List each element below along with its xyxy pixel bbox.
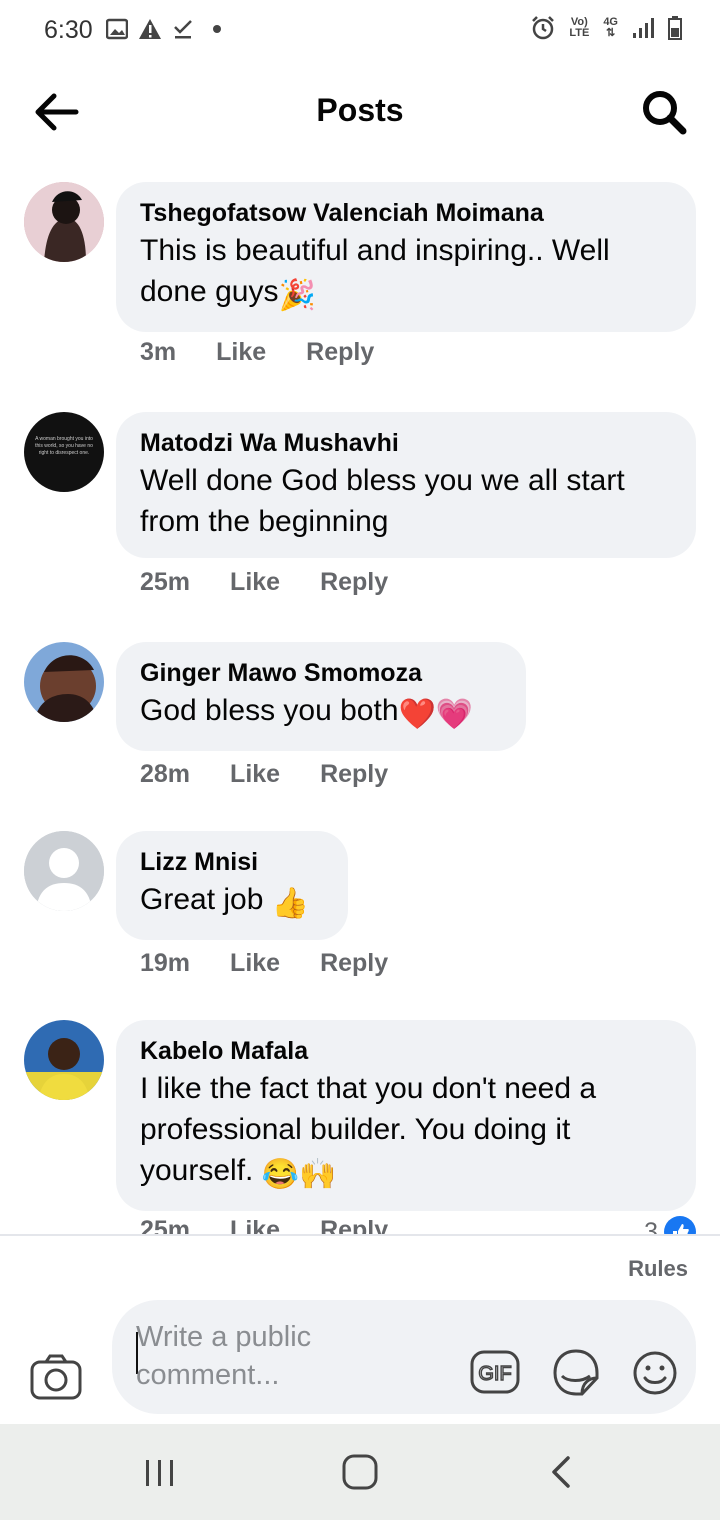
network-indicator: 4G ⇅ bbox=[603, 17, 618, 39]
comment-text: Well done God bless you we all start fro… bbox=[140, 464, 625, 538]
avatar[interactable] bbox=[24, 831, 104, 911]
laughing-icon: 😂🙌 bbox=[261, 1158, 337, 1191]
gif-icon[interactable]: GIF bbox=[470, 1350, 520, 1394]
comment-actions: 19m Like Reply bbox=[140, 949, 388, 978]
like-button[interactable]: Like bbox=[230, 949, 280, 978]
comment-text: This is beautiful and inspiring.. Well d… bbox=[140, 230, 672, 316]
party-popper-icon: 🎉 bbox=[278, 279, 316, 312]
comment-bubble[interactable]: Ginger Mawo Smomoza God bless you both❤️… bbox=[116, 642, 526, 751]
image-icon bbox=[106, 18, 128, 40]
home-icon[interactable] bbox=[340, 1454, 380, 1490]
signal-icon bbox=[633, 18, 654, 38]
comment-bubble[interactable]: Tshegofatsow Valenciah Moimana This is b… bbox=[116, 182, 696, 332]
alarm-icon bbox=[532, 16, 555, 40]
comment-time: 28m bbox=[140, 760, 191, 788]
comment-time: 3m bbox=[140, 338, 177, 366]
emoji-icon[interactable] bbox=[632, 1350, 678, 1396]
data-arrows-icon: ⇅ bbox=[606, 27, 616, 39]
dot-icon bbox=[213, 25, 221, 33]
status-time: 6:30 bbox=[44, 16, 93, 44]
app-header: Posts bbox=[0, 70, 720, 154]
comment-composer: Rules Write a public comment... GIF bbox=[0, 1234, 720, 1424]
status-bar: 6:30 Vo) LTE 4G ⇅ bbox=[0, 0, 720, 60]
battery-icon bbox=[668, 16, 682, 40]
avatar[interactable] bbox=[24, 1020, 104, 1100]
comment-author[interactable]: Lizz Mnisi bbox=[140, 845, 324, 879]
comment-time: 19m bbox=[140, 949, 191, 977]
comment-input[interactable]: Write a public comment... GIF bbox=[112, 1300, 696, 1414]
warning-icon bbox=[139, 19, 161, 39]
lte-label: LTE bbox=[569, 27, 590, 39]
heart-icon: ❤️💗 bbox=[398, 698, 474, 731]
reply-button[interactable]: Reply bbox=[320, 760, 388, 789]
comment-actions: 3m Like Reply bbox=[140, 338, 374, 367]
svg-text:GIF: GIF bbox=[478, 1363, 511, 1385]
comment-bubble[interactable]: Lizz Mnisi Great job 👍 bbox=[116, 831, 348, 940]
like-button[interactable]: Like bbox=[230, 568, 280, 597]
comment-actions: 25m Like Reply bbox=[140, 568, 388, 597]
comment-author[interactable]: Matodzi Wa Mushavhi bbox=[140, 426, 672, 460]
reply-button[interactable]: Reply bbox=[306, 338, 374, 367]
sticker-icon[interactable] bbox=[552, 1348, 600, 1398]
avatar[interactable] bbox=[24, 642, 104, 722]
volte-indicator: Vo) LTE bbox=[569, 17, 589, 39]
download-done-icon bbox=[174, 20, 192, 39]
rules-link[interactable]: Rules bbox=[628, 1256, 688, 1282]
comment-author[interactable]: Ginger Mawo Smomoza bbox=[140, 656, 502, 690]
camera-icon[interactable] bbox=[30, 1354, 82, 1400]
comment-actions: 28m Like Reply bbox=[140, 760, 388, 789]
back-icon[interactable] bbox=[542, 1454, 582, 1490]
thumbs-up-icon: 👍 bbox=[271, 887, 310, 920]
comment-text: I like the fact that you don't need a pr… bbox=[140, 1068, 672, 1195]
comment-text: God bless you both❤️💗 bbox=[140, 690, 502, 735]
avatar[interactable]: A woman brought you into this world, so … bbox=[24, 412, 104, 492]
avatar-quote-text: A woman brought you into this world, so … bbox=[35, 436, 93, 456]
comment-bubble[interactable]: Kabelo Mafala I like the fact that you d… bbox=[116, 1020, 696, 1211]
avatar[interactable] bbox=[24, 182, 104, 262]
page-title: Posts bbox=[316, 92, 404, 128]
recent-apps-icon[interactable] bbox=[140, 1454, 180, 1490]
like-button[interactable]: Like bbox=[216, 338, 266, 367]
like-button[interactable]: Like bbox=[230, 760, 280, 789]
comment-time: 25m bbox=[140, 568, 191, 596]
reply-button[interactable]: Reply bbox=[320, 568, 388, 597]
search-icon[interactable] bbox=[640, 88, 688, 136]
comment-input-placeholder: Write a public comment... bbox=[136, 1321, 312, 1391]
comment-author[interactable]: Tshegofatsow Valenciah Moimana bbox=[140, 196, 672, 230]
system-nav-bar bbox=[0, 1424, 720, 1520]
comment-author[interactable]: Kabelo Mafala bbox=[140, 1034, 672, 1068]
comment-text: Great job 👍 bbox=[140, 879, 324, 924]
default-avatar-icon bbox=[24, 831, 104, 911]
reply-button[interactable]: Reply bbox=[320, 949, 388, 978]
comment-bubble[interactable]: Matodzi Wa Mushavhi Well done God bless … bbox=[116, 412, 696, 558]
